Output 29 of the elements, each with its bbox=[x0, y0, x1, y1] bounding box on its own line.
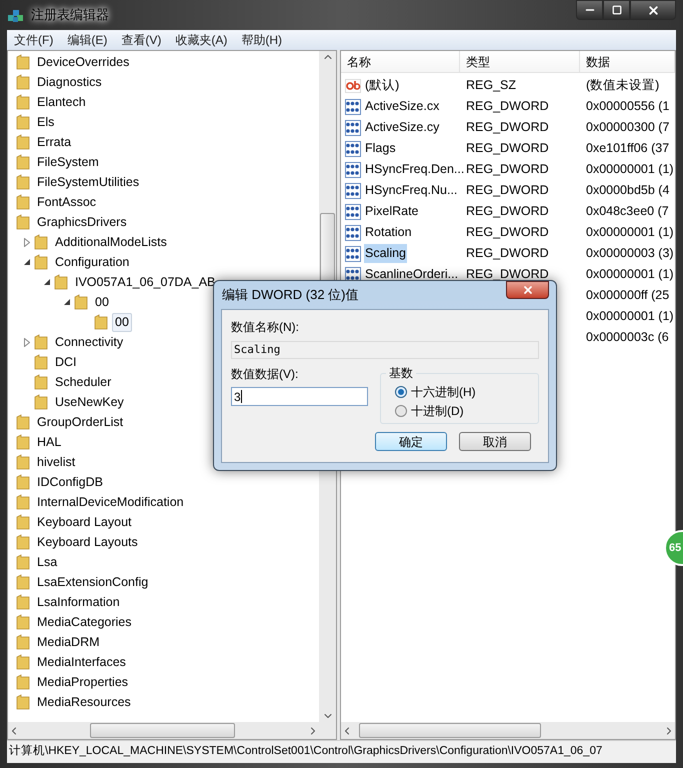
value-data: 0x00000556 (1 bbox=[586, 99, 670, 114]
value-type: REG_DWORD bbox=[466, 267, 549, 282]
field-label: 数值名称(N): bbox=[231, 319, 300, 336]
value-name-field: Scaling bbox=[231, 341, 539, 359]
value-type: REG_DWORD bbox=[466, 141, 549, 156]
value-data: (数值未设置) bbox=[586, 78, 660, 92]
value-type: REG_DWORD bbox=[466, 225, 549, 240]
value-data: 0x000000ff (25 bbox=[586, 288, 670, 302]
value-data: 0x048c3ee0 (7 bbox=[586, 204, 669, 218]
value-data: 0x00000003 (3) bbox=[586, 246, 674, 260]
value-data: 0x00000001 (1) bbox=[586, 162, 674, 176]
dialog-title: 编辑 DWORD (32 位)值 bbox=[221, 286, 358, 304]
value-data: 0x0000bd5b (4 bbox=[586, 183, 670, 198]
value-type: REG_DWORD bbox=[466, 204, 549, 218]
value-data: 0x00000001 (1) bbox=[586, 267, 674, 282]
status-bar-path: 计算机\HKEY_LOCAL_MACHINE\SYSTEM\ControlSet001\Control\GraphicsDrivers\Configuration\IVO057A1_06_07 bbox=[9, 744, 602, 760]
value-data: 0x00000001 (1) bbox=[586, 309, 674, 324]
group-label: 基数 bbox=[386, 364, 416, 382]
value-type: REG_DWORD bbox=[466, 162, 549, 176]
value-type: REG_SZ bbox=[466, 78, 516, 92]
value-data: 0x0000003c (6 bbox=[586, 330, 669, 344]
value-type: REG_DWORD bbox=[466, 183, 549, 198]
value-type: REG_DWORD bbox=[466, 99, 549, 114]
value-data: 0xe101ff06 (37 bbox=[586, 141, 670, 156]
value-data: 0x00000300 (7 bbox=[586, 120, 670, 134]
field-label: 数值数据(V): bbox=[231, 366, 300, 383]
value-data: 0x00000001 (1) bbox=[586, 225, 674, 240]
value-type: REG_DWORD bbox=[466, 246, 549, 260]
value-type: REG_DWORD bbox=[466, 120, 549, 134]
